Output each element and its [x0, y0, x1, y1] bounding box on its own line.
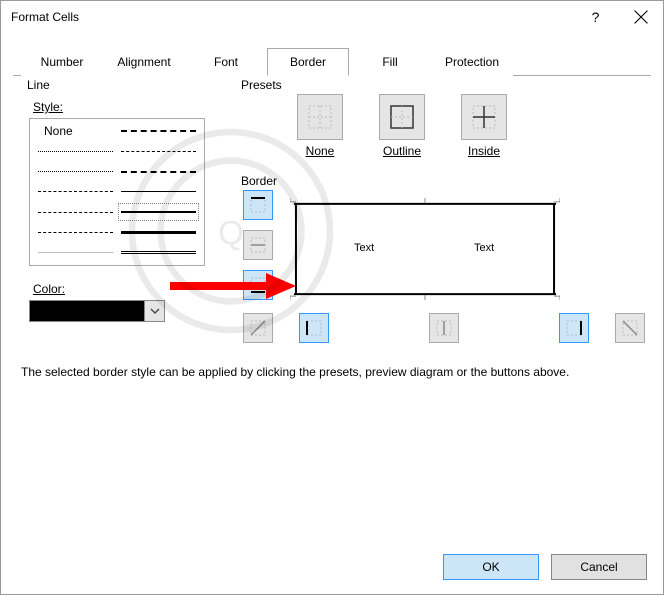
style-dash[interactable] — [34, 202, 117, 222]
color-swatch[interactable] — [29, 300, 145, 322]
line-group: Line Style: None Color: — [27, 86, 213, 343]
style-mdash[interactable] — [117, 162, 200, 182]
tab-alignment[interactable]: Alignment — [103, 48, 185, 76]
border-horizontal-button[interactable] — [243, 230, 273, 260]
border-right-button[interactable] — [559, 313, 589, 343]
style-hair[interactable] — [34, 243, 117, 263]
border-preview[interactable]: Text Text — [281, 191, 569, 307]
style-mdashdot[interactable] — [117, 121, 200, 141]
border-group: Border — [241, 182, 645, 343]
hint-text: The selected border style can be applied… — [21, 365, 643, 379]
preset-none-label: None — [306, 144, 335, 158]
style-thick[interactable] — [117, 222, 200, 242]
preset-inside-button[interactable] — [461, 94, 507, 140]
ok-button[interactable]: OK — [443, 554, 539, 580]
preview-text-left: Text — [354, 242, 374, 254]
help-button[interactable]: ? — [573, 1, 618, 33]
border-top-button[interactable] — [243, 190, 273, 220]
tab-font[interactable]: Font — [185, 48, 267, 76]
style-label: Style: — [33, 100, 213, 114]
border-vertical-button[interactable] — [429, 313, 459, 343]
style-list[interactable]: None — [29, 118, 205, 266]
presets-group-title: Presets — [241, 78, 286, 92]
style-double[interactable] — [117, 243, 200, 263]
tab-strip: Number Alignment Font Border Fill Protec… — [1, 33, 663, 75]
color-label: Color: — [33, 282, 213, 296]
style-dash-s[interactable] — [34, 182, 117, 202]
style-dashdot[interactable] — [34, 222, 117, 242]
style-dot[interactable] — [34, 162, 117, 182]
border-left-button[interactable] — [299, 313, 329, 343]
border-group-title: Border — [241, 174, 281, 188]
style-medium[interactable] — [117, 202, 200, 222]
cancel-button[interactable]: Cancel — [551, 554, 647, 580]
style-none[interactable]: None — [34, 121, 117, 141]
style-ddashdot[interactable] — [117, 141, 200, 161]
tab-number[interactable]: Number — [21, 48, 103, 76]
presets-group: Presets None Outline — [241, 86, 645, 182]
color-dropdown[interactable] — [145, 300, 165, 322]
border-bottom-button[interactable] — [243, 270, 273, 300]
border-diag-down-button[interactable] — [615, 313, 645, 343]
dialog-title: Format Cells — [11, 10, 573, 24]
tab-border[interactable]: Border — [267, 48, 349, 76]
preset-inside-label: Inside — [468, 144, 500, 158]
tab-protection[interactable]: Protection — [431, 48, 513, 76]
border-diag-up-button[interactable] — [243, 313, 273, 343]
preset-outline-label: Outline — [383, 144, 421, 158]
style-thin[interactable] — [117, 182, 200, 202]
tab-fill[interactable]: Fill — [349, 48, 431, 76]
close-button[interactable] — [618, 1, 663, 33]
style-dot-sparse[interactable] — [34, 141, 117, 161]
line-group-title: Line — [27, 78, 54, 92]
preset-outline-button[interactable] — [379, 94, 425, 140]
preset-none-button[interactable] — [297, 94, 343, 140]
preview-text-right: Text — [474, 242, 494, 254]
